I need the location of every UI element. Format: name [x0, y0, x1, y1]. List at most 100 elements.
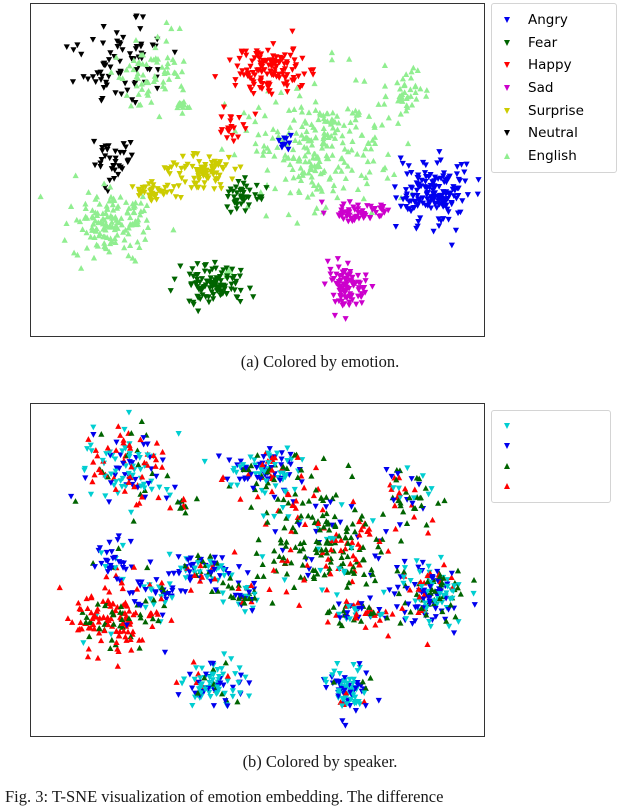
- scatter-point: [85, 436, 92, 442]
- scatter-panel-speaker: [30, 403, 485, 737]
- scatter-point: [264, 47, 272, 54]
- scatter-point: [436, 149, 443, 155]
- legend-item-happy: Happy: [498, 54, 608, 77]
- scatter-point: [56, 584, 63, 591]
- scatter-point: [237, 298, 244, 305]
- scatter-point: [264, 166, 271, 173]
- subcaption-b: (b) Colored by speaker.: [242, 752, 398, 771]
- scatter-point: [149, 623, 156, 630]
- scatter-point: [158, 595, 165, 602]
- scatter-point: [132, 37, 140, 43]
- scatter-point: [178, 83, 185, 89]
- scatter-point: [224, 672, 231, 679]
- scatter-point: [284, 89, 291, 95]
- scatter-point: [290, 154, 297, 160]
- scatter-point: [167, 504, 174, 511]
- scatter-point: [114, 203, 122, 209]
- triangle-down-icon: [498, 85, 516, 92]
- scatter-point: [284, 445, 291, 452]
- scatter-point: [430, 228, 437, 235]
- scatter-point: [189, 266, 196, 272]
- scatter-point: [386, 587, 393, 594]
- scatter-point: [396, 522, 404, 528]
- scatter-point: [457, 590, 464, 597]
- scatter-point: [312, 107, 319, 113]
- scatter-point: [173, 162, 180, 169]
- scatter-point: [122, 199, 130, 205]
- legend-label-english: English: [528, 147, 577, 164]
- scatter-point: [85, 645, 92, 652]
- scatter-point: [86, 633, 93, 640]
- scatter-point: [411, 486, 418, 493]
- scatter-point: [323, 684, 330, 691]
- scatter-point: [169, 56, 176, 63]
- scatter-point: [250, 294, 257, 300]
- scatter-point: [452, 227, 460, 234]
- scatter-point: [391, 171, 398, 178]
- scatter-point: [289, 524, 296, 531]
- scatter-point: [231, 151, 238, 158]
- scatter-point: [126, 607, 133, 614]
- scatter-point: [260, 142, 268, 149]
- scatter-point: [282, 176, 289, 182]
- scatter-point: [342, 175, 349, 182]
- scatter-point: [411, 513, 418, 520]
- scatter-point: [61, 237, 68, 243]
- scatter-point: [189, 702, 196, 709]
- scatter-point: [98, 431, 105, 437]
- scatter-point: [89, 36, 97, 43]
- scatter-point: [412, 82, 419, 89]
- scatter-point: [450, 630, 458, 637]
- scatter-point: [358, 512, 366, 519]
- scatter-point: [427, 623, 434, 630]
- scatter-point: [329, 152, 336, 158]
- scatter-point: [455, 619, 462, 625]
- scatter-plot-a: [37, 13, 482, 322]
- scatter-point: [121, 236, 128, 243]
- scatter-point: [345, 462, 352, 468]
- scatter-point: [232, 82, 239, 89]
- scatter-point: [312, 503, 319, 510]
- scatter-point: [334, 660, 341, 667]
- scatter-point: [142, 236, 149, 242]
- scatter-point: [428, 486, 435, 492]
- scatter-point: [371, 134, 379, 140]
- scatter-point: [370, 157, 377, 164]
- scatter-point: [144, 441, 151, 448]
- legend-item-angry: Angry: [498, 9, 608, 32]
- scatter-point: [397, 110, 404, 117]
- scatter-point: [408, 476, 415, 482]
- scatter-point: [359, 132, 366, 138]
- scatter-point: [101, 584, 109, 591]
- scatter-point: [257, 189, 264, 195]
- scatter-point: [260, 454, 267, 460]
- scatter-point: [113, 447, 120, 453]
- scatter-point: [94, 452, 101, 459]
- scatter-point: [260, 513, 267, 520]
- scatter-point: [407, 208, 415, 215]
- scatter-point: [404, 171, 411, 178]
- scatter-point: [143, 202, 151, 208]
- scatter-point: [462, 178, 469, 185]
- scatter-point: [113, 628, 120, 634]
- scatter-point: [346, 127, 353, 134]
- scatter-point: [90, 138, 98, 145]
- scatter-point: [166, 171, 173, 177]
- scatter-point: [335, 264, 342, 271]
- scatter-point: [330, 182, 338, 188]
- scatter-point: [110, 620, 117, 627]
- scatter-point: [447, 601, 454, 608]
- scatter-point: [271, 547, 278, 554]
- scatter-point: [391, 591, 398, 598]
- scatter-point: [242, 674, 249, 681]
- scatter-point: [305, 497, 313, 504]
- scatter-point: [324, 618, 331, 625]
- scatter-point: [175, 430, 182, 437]
- scatter-point: [454, 567, 462, 574]
- legend-speaker: [491, 410, 611, 503]
- scatter-point: [367, 145, 375, 152]
- scatter-point: [286, 161, 294, 168]
- scatter-point: [237, 495, 244, 502]
- scatter-point: [253, 147, 260, 154]
- scatter-point: [297, 164, 304, 171]
